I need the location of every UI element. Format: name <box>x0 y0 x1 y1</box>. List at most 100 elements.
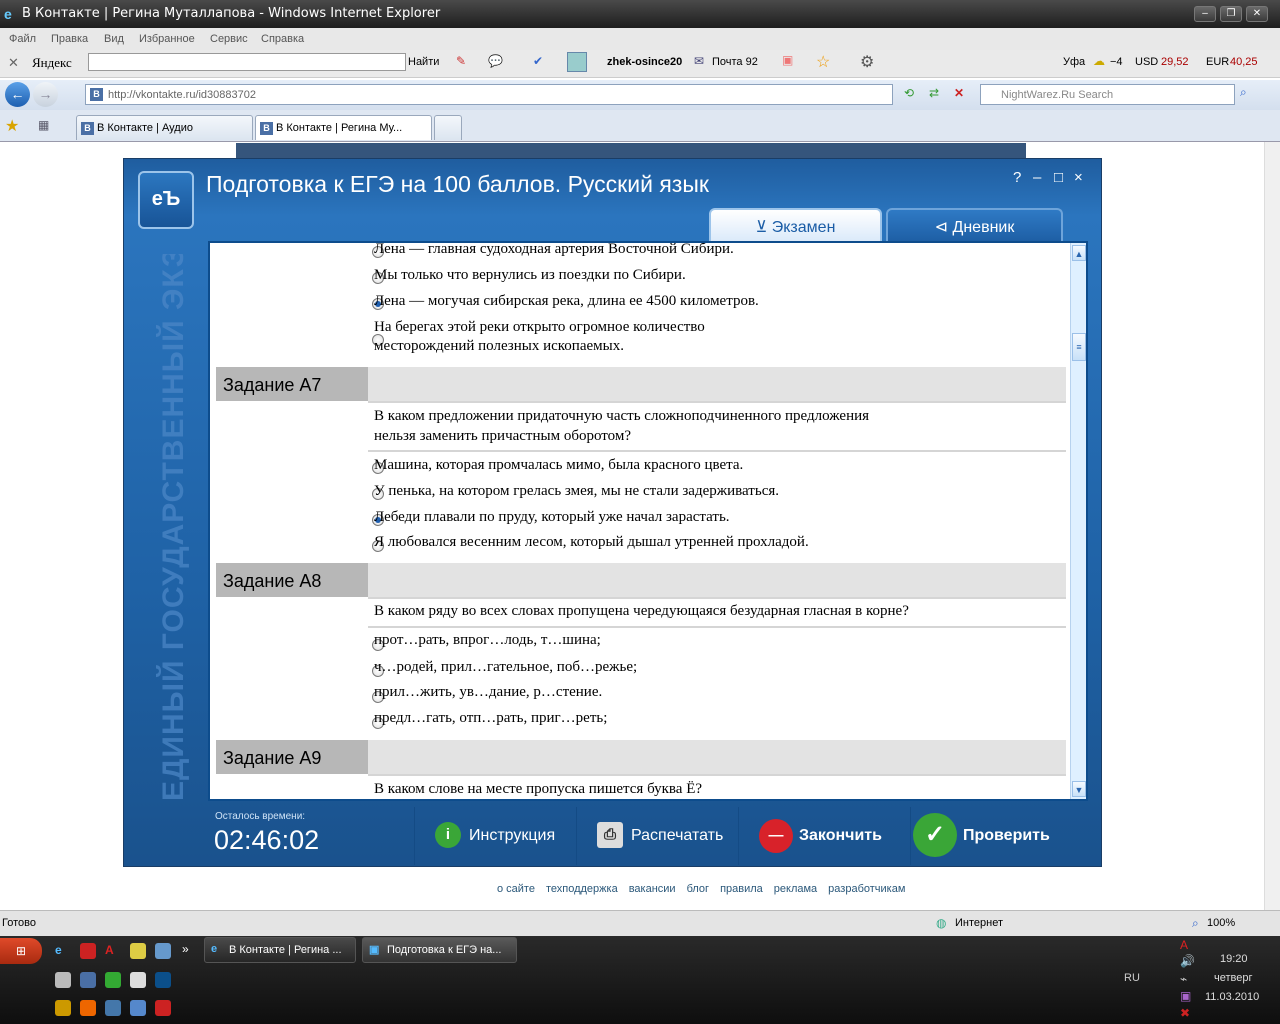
footer-link[interactable]: о сайте <box>497 883 535 895</box>
bag-icon[interactable]: ▣ <box>782 53 793 67</box>
back-button[interactable]: ← <box>5 82 30 107</box>
app-icon[interactable] <box>105 972 121 988</box>
pen-icon[interactable]: ✎ <box>456 54 466 68</box>
option-text: Лена — могучая сибирская река, длина ее … <box>374 293 759 309</box>
finish-button[interactable]: — Закончить <box>738 807 910 865</box>
chat-icon[interactable]: 💬 <box>488 54 503 68</box>
menu-tools[interactable]: Сервис <box>210 33 248 45</box>
help-button[interactable]: ? <box>1013 169 1021 186</box>
address-field[interactable]: B http://vkontakte.ru/id30883702 <box>85 84 893 105</box>
search-field[interactable]: NightWarez.Ru Search <box>980 84 1235 105</box>
ege-app-window: еЪ Подготовка к ЕГЭ на 100 баллов. Русск… <box>123 158 1102 867</box>
ie-quicklaunch-icon[interactable]: e <box>55 943 71 959</box>
task-header: Задание А7 <box>216 367 1066 401</box>
mail-label[interactable]: Почта 92 <box>712 56 758 68</box>
scroll-down-button[interactable]: ▼ <box>1072 781 1086 797</box>
menu-favorites[interactable]: Избранное <box>139 33 195 45</box>
print-button[interactable]: ⎙ Распечатать <box>576 807 738 865</box>
close-toolbar-icon[interactable]: ✕ <box>8 55 19 71</box>
forward-button[interactable]: → <box>33 82 58 107</box>
photoshop-icon[interactable] <box>155 972 171 988</box>
instruction-button[interactable]: i Инструкция <box>414 807 576 865</box>
new-tab-button[interactable] <box>434 115 462 140</box>
footer-link[interactable]: разработчикам <box>828 883 905 895</box>
tab-vk-regina[interactable]: BВ Контакте | Регина Му... <box>255 115 432 140</box>
more-icon[interactable]: » <box>182 942 189 956</box>
refresh-icon[interactable]: ⇄ <box>929 86 939 100</box>
divider <box>368 401 1066 403</box>
zoom-level[interactable]: 100% <box>1207 917 1235 929</box>
app-icon[interactable] <box>80 1000 96 1016</box>
menu-bar: Файл Правка Вид Избранное Сервис Справка <box>0 28 1280 50</box>
task-label-a9: Задание А9 <box>216 740 368 774</box>
content-scrollbar[interactable]: ▲ ≡ ▼ <box>1070 243 1086 799</box>
app-icon[interactable] <box>155 1000 171 1016</box>
question-text: В каком предложении придаточную часть сл… <box>374 408 870 424</box>
footer-link[interactable]: реклама <box>774 883 817 895</box>
close-window-button[interactable]: ✕ <box>1246 6 1268 22</box>
search-icon[interactable]: ⌕ <box>1240 85 1247 100</box>
tab-exam[interactable]: ⊻ Экзамен <box>709 208 882 241</box>
app-icon[interactable] <box>80 972 96 988</box>
app-icon[interactable] <box>130 972 146 988</box>
zoom-icon[interactable]: ⌕ <box>1192 916 1199 931</box>
app-icon[interactable] <box>130 943 146 959</box>
city-label[interactable]: Уфа <box>1063 56 1085 68</box>
tray-icon[interactable]: A <box>1180 938 1188 952</box>
gear-icon[interactable]: ⚙ <box>860 52 874 72</box>
taskbar-item-ege[interactable]: ▣ Подготовка к ЕГЭ на... <box>362 937 517 963</box>
app-icon[interactable] <box>130 1000 146 1016</box>
compat-icon[interactable]: ⟲ <box>904 86 914 100</box>
taskbar-item-vk[interactable]: e В Контакте | Регина ... <box>204 937 356 963</box>
menu-file[interactable]: Файл <box>9 33 36 45</box>
volume-icon[interactable]: 🔊 <box>1180 954 1195 968</box>
app-icon[interactable] <box>55 1000 71 1016</box>
yandex-search-input[interactable] <box>88 53 406 71</box>
exam-tab-icon: ⊻ <box>755 219 772 236</box>
find-button[interactable]: Найти <box>408 56 439 68</box>
footer-link[interactable]: правила <box>720 883 763 895</box>
app-close-button[interactable]: × <box>1074 169 1083 186</box>
tab-exam-label: Экзамен <box>771 219 836 236</box>
tray-icon[interactable]: ✖ <box>1180 1006 1190 1020</box>
stop-icon[interactable]: ✕ <box>954 86 964 100</box>
opera-icon[interactable] <box>80 943 96 959</box>
quick-tabs-icon[interactable]: ▦ <box>38 118 49 132</box>
star-icon[interactable]: ☆ <box>816 52 830 72</box>
favorites-star-icon[interactable]: ★ <box>5 116 19 136</box>
tab-vk-audio[interactable]: BВ Контакте | Аудио <box>76 115 253 140</box>
minimize-button[interactable]: – <box>1194 6 1216 22</box>
language-indicator[interactable]: RU <box>1124 972 1140 984</box>
app-maximize-button[interactable]: □ <box>1054 169 1063 186</box>
restore-button[interactable]: ❐ <box>1220 6 1242 22</box>
menu-edit[interactable]: Правка <box>51 33 88 45</box>
yandex-logo[interactable]: Яндекс <box>32 55 72 71</box>
translate-icon[interactable] <box>567 52 587 72</box>
avira-icon[interactable]: A <box>105 943 121 959</box>
power-icon[interactable]: ⌁ <box>1180 972 1187 986</box>
app-icon[interactable] <box>55 972 71 988</box>
url-text[interactable]: http://vkontakte.ru/id30883702 <box>108 89 256 101</box>
clock-time[interactable]: 19:20 <box>1220 953 1248 965</box>
check-button[interactable]: ✓ Проверить <box>910 807 1100 865</box>
app-minimize-button[interactable]: – <box>1033 169 1041 186</box>
taskbar-item-label: Подготовка к ЕГЭ на... <box>387 944 502 956</box>
page-scrollbar[interactable] <box>1264 142 1280 910</box>
app-icon[interactable] <box>105 1000 121 1016</box>
scroll-up-button[interactable]: ▲ <box>1072 245 1086 261</box>
scroll-thumb[interactable]: ≡ <box>1072 333 1086 361</box>
tab-diary[interactable]: ⊲ Дневник <box>886 208 1063 241</box>
footer-link[interactable]: техподдержка <box>546 883 618 895</box>
exam-content-panel: Лена — главная судоходная артерия Восточ… <box>208 241 1088 801</box>
spellcheck-icon[interactable]: ✔ <box>533 54 543 68</box>
menu-view[interactable]: Вид <box>104 33 124 45</box>
task-header: Задание А8 <box>216 563 1066 597</box>
footer-link[interactable]: вакансии <box>629 883 676 895</box>
login-label[interactable]: zhek-osince20 <box>607 56 682 68</box>
footer-link[interactable]: блог <box>687 883 709 895</box>
tray-icon[interactable]: ▣ <box>1180 989 1191 1003</box>
menu-help[interactable]: Справка <box>261 33 304 45</box>
mail-icon[interactable]: ✉ <box>694 54 704 68</box>
app-icon[interactable] <box>155 943 171 959</box>
start-button[interactable]: ⊞ <box>0 938 42 964</box>
